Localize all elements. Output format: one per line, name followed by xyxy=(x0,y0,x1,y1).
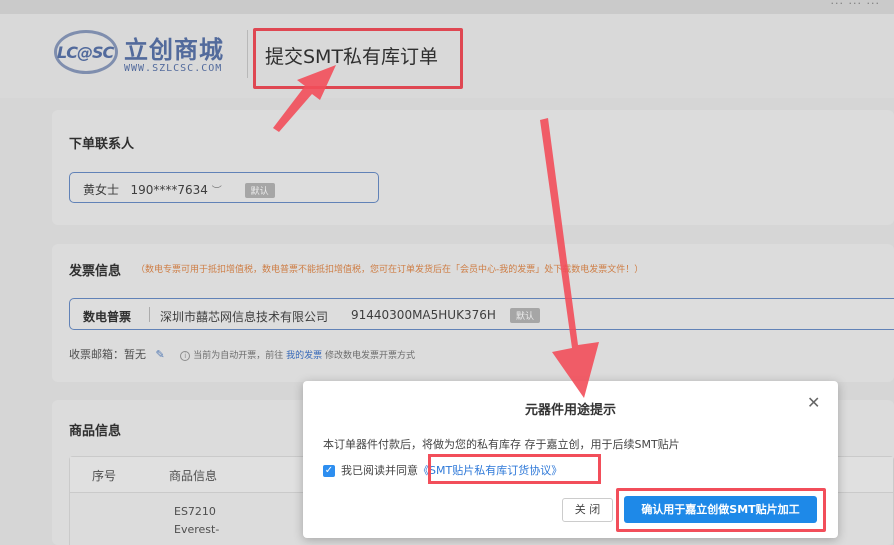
agree-checkbox[interactable]: ✓ xyxy=(323,465,335,477)
dialog-message: 本订单器件付款后，将做为您的私有库存 存于嘉立创，用于后续SMT贴片 xyxy=(323,438,680,451)
close-icon[interactable]: ✕ xyxy=(807,393,820,412)
usage-prompt-dialog: 元器件用途提示 ✕ 本订单器件付款后，将做为您的私有库存 存于嘉立创，用于后续S… xyxy=(303,381,838,538)
dialog-title: 元器件用途提示 xyxy=(524,403,616,418)
close-button[interactable]: 关 闭 xyxy=(562,498,613,522)
confirm-highlight-box xyxy=(616,488,826,532)
agreement-highlight-box xyxy=(428,454,601,484)
agree-label: 我已阅读并同意 xyxy=(341,464,418,477)
